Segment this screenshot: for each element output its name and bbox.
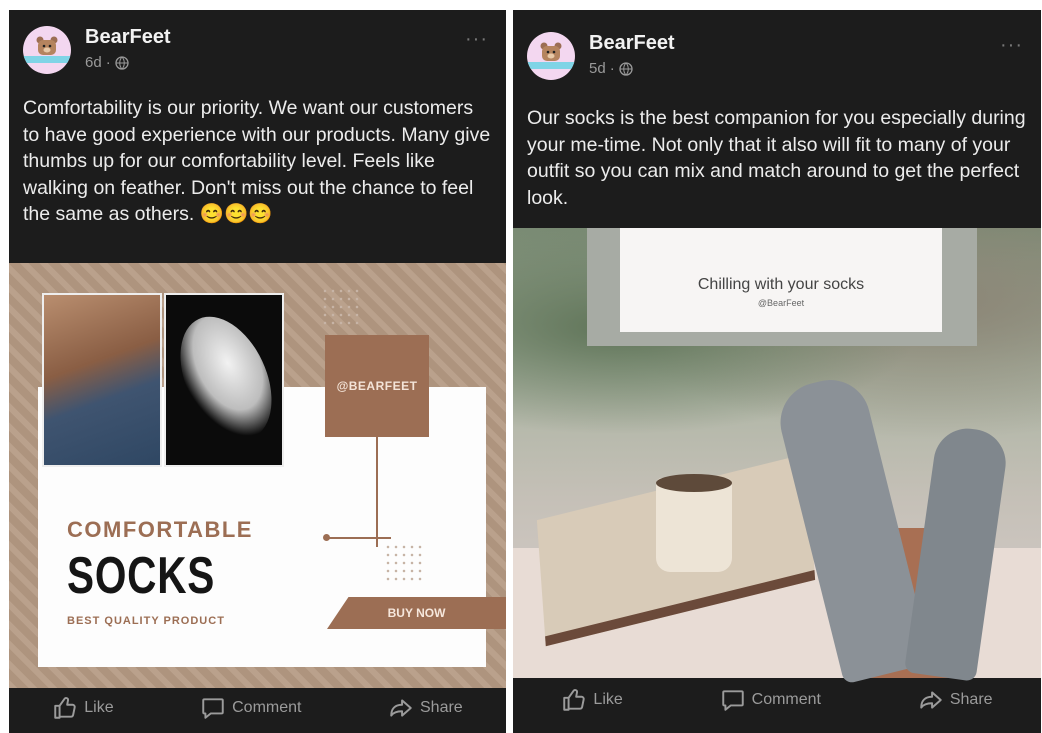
- divider: [327, 537, 391, 539]
- mug: [656, 478, 732, 572]
- like-label: Like: [84, 699, 114, 716]
- ad-subtitle: BEST QUALITY PRODUCT: [67, 615, 225, 627]
- avatar[interactable]: [527, 32, 575, 80]
- like-icon: [54, 697, 76, 719]
- share-button[interactable]: Share: [918, 687, 993, 713]
- share-label: Share: [949, 691, 993, 708]
- divider: [376, 437, 378, 547]
- socks-photo: [42, 293, 162, 467]
- action-bar: Like Comment Share: [513, 675, 1041, 725]
- more-icon[interactable]: ···: [1000, 34, 1023, 57]
- share-icon: [390, 699, 412, 717]
- like-icon: [563, 689, 586, 711]
- comment-button[interactable]: Comment: [720, 687, 821, 713]
- action-bar: Like Comment Share: [9, 683, 506, 733]
- comment-icon: [721, 690, 744, 711]
- comment-label: Comment: [232, 699, 302, 716]
- bear-logo-icon: [540, 42, 562, 61]
- more-icon[interactable]: ···: [465, 28, 488, 51]
- banner-handle: @BearFeet: [757, 298, 805, 308]
- banner-title: Chilling with your socks: [697, 276, 865, 293]
- post-time[interactable]: 6d: [85, 54, 102, 71]
- share-label: Share: [420, 699, 463, 716]
- comment-label: Comment: [751, 691, 821, 708]
- post-image[interactable]: @BEARFEET COMFORTABLE SOCKS BEST QUALITY…: [9, 263, 506, 688]
- ad-title: SOCKS: [67, 547, 216, 605]
- globe-icon: [619, 61, 633, 76]
- dot-pattern: [384, 543, 424, 583]
- post-image[interactable]: Chilling with your socks @BearFeet: [513, 228, 1041, 685]
- post-text: Our socks is the best companion for you …: [527, 107, 1026, 209]
- buy-now-banner: BUY NOW: [327, 597, 506, 629]
- comment-icon: [202, 698, 224, 719]
- post-time[interactable]: 5d: [589, 60, 606, 77]
- post-header: BearFeet 6d · ···: [23, 24, 492, 76]
- ad-headline: COMFORTABLE: [67, 517, 253, 542]
- image-banner: Chilling with your socks @BearFeet: [620, 228, 942, 332]
- globe-icon: [115, 55, 129, 70]
- like-button[interactable]: Like: [561, 687, 623, 713]
- mug-rim: [656, 474, 732, 492]
- divider-dot: [323, 534, 330, 541]
- post-meta: 5d ·: [589, 60, 633, 77]
- dot-pattern: [321, 287, 361, 327]
- like-button[interactable]: Like: [52, 695, 114, 721]
- page-name[interactable]: BearFeet: [85, 26, 171, 49]
- share-icon: [920, 691, 942, 709]
- post-meta: 6d ·: [85, 54, 129, 71]
- like-label: Like: [593, 691, 623, 708]
- ad-handle: @BEARFEET: [325, 335, 429, 437]
- share-button[interactable]: Share: [388, 695, 463, 721]
- comment-button[interactable]: Comment: [200, 695, 301, 721]
- bear-logo-icon: [36, 36, 58, 55]
- post-1: BearFeet 6d · ··· Comfortability is our …: [9, 10, 506, 733]
- page-name[interactable]: BearFeet: [589, 32, 675, 55]
- post-2: BearFeet 5d · ··· Our socks is the best …: [513, 10, 1041, 733]
- post-header: BearFeet 5d · ···: [527, 30, 1027, 82]
- feather-photo: [162, 293, 290, 467]
- post-text: Comfortability is our priority. We want …: [23, 97, 491, 225]
- avatar[interactable]: [23, 26, 71, 74]
